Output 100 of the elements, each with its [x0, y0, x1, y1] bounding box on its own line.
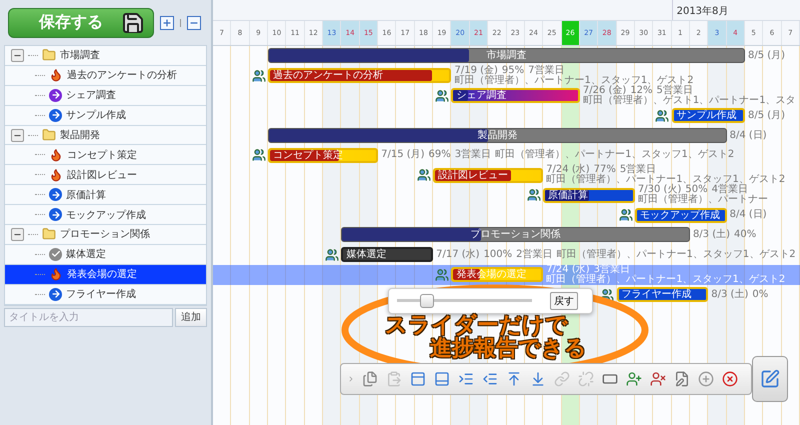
paste-icon [386, 371, 402, 387]
task-bar[interactable]: 設計図レビュー [433, 168, 544, 183]
add-user-icon [626, 371, 642, 387]
assignees: 町田（管理者）、パートナー1、スタッフ1、ゲスト2 [546, 274, 786, 285]
tree-item-label: 原価計算 [66, 188, 106, 202]
tree-row[interactable]: プロモーション関係 [5, 225, 206, 245]
add-button[interactable]: 追加 [175, 308, 207, 327]
collapse-toggle[interactable] [11, 48, 24, 62]
end-date: 8/5 (月) [748, 50, 786, 61]
assignees: 町田（管理者）、パートナー1、スタッフ1、ゲスト2 [495, 150, 734, 160]
task-bar[interactable]: 過去のアンケートの分析 [268, 68, 452, 84]
end-date: 7/30 (火) [638, 185, 682, 196]
progress-percent: 0% [752, 290, 768, 300]
unlink-icon [578, 371, 594, 387]
people-icon [435, 88, 450, 103]
tree-row[interactable]: サンプル作成 [5, 106, 206, 126]
edit-button[interactable] [752, 356, 788, 402]
insert-above-icon [410, 371, 426, 387]
minus-button[interactable] [187, 16, 201, 30]
end-date: 7/26 (金) [582, 86, 626, 96]
end-date: 7/15 (月) [381, 150, 425, 160]
remove-user-button[interactable] [649, 370, 667, 388]
summary-bar[interactable]: 市場調査 [268, 48, 745, 64]
plus-button[interactable] [160, 16, 174, 30]
tree-item-label: 製品開発 [60, 128, 100, 142]
duration: 5営業日 [620, 165, 656, 176]
progress-percent: 40% [734, 230, 756, 240]
tree-row[interactable]: 原価計算 [5, 185, 206, 206]
indent-icon [458, 371, 474, 387]
task-bar[interactable]: サンプル作成 [672, 108, 745, 124]
people-icon [416, 168, 431, 182]
add-user-button[interactable] [625, 370, 643, 388]
task-bar[interactable]: モックアップ作成 [634, 208, 727, 223]
assignees: 町田（管理者）、パートナー1、スタッフ1、ゲスト2 [546, 175, 786, 186]
duration: 4営業日 [712, 185, 748, 196]
duration: 7営業日 [528, 66, 565, 76]
collapse-toggle[interactable] [11, 128, 24, 142]
tree-row[interactable]: 発表会場の選定 [5, 264, 206, 285]
tree-item-label: 市場調査 [60, 48, 100, 62]
insert-above-button[interactable] [409, 370, 427, 388]
edit-note-icon [674, 371, 690, 387]
link-icon [554, 371, 570, 387]
tree-item-label: 発表会場の選定 [67, 268, 137, 282]
slider-thumb[interactable] [420, 294, 434, 308]
end-date: 7/24 (水) [546, 264, 590, 275]
tree-row[interactable]: 製品開発 [5, 126, 206, 146]
insert-below-icon [434, 371, 450, 387]
tree-item-label: 媒体選定 [66, 248, 106, 262]
tree-item-label: 設計図レビュー [67, 168, 137, 182]
outdent-icon [482, 371, 498, 387]
edit-note-button[interactable] [673, 370, 691, 388]
progress-percent: 69% [428, 150, 451, 160]
collapse-toggle[interactable] [11, 228, 24, 241]
move-down-icon [530, 371, 546, 387]
people-icon [325, 248, 340, 262]
edit-icon [760, 369, 780, 389]
progress-percent: 12% [630, 86, 653, 96]
task-bar[interactable]: 原価計算 [543, 188, 635, 203]
people-icon [252, 68, 266, 83]
people-icon [655, 108, 670, 123]
insert-below-button[interactable] [433, 370, 451, 388]
delete-icon [722, 371, 738, 387]
title-input-field[interactable]: タイトルを入力 [4, 308, 173, 327]
add-icon [698, 371, 714, 387]
copy-button[interactable] [361, 370, 379, 388]
assignees: 町田（管理者）、ゲスト1、パートナー1、スタ [582, 96, 796, 106]
task-bar[interactable]: 媒体選定 [341, 247, 434, 262]
end-date: 7/24 (水) [546, 165, 590, 176]
end-date: 7/19 (金) [454, 66, 498, 76]
assignees: 町田（管理者）、パートナー1、スタッフ1、ゲスト2 [556, 250, 796, 260]
duration: 5営業日 [656, 86, 693, 96]
task-bar[interactable]: シェア調査 [451, 88, 580, 104]
end-date: 8/3 (土) [692, 230, 730, 240]
task-bar[interactable]: フライヤー作成 [616, 287, 708, 302]
duration: 3営業日 [454, 150, 492, 160]
tree-item-label: プロモーション関係 [60, 228, 150, 242]
tree-item-label: モックアップ作成 [66, 208, 146, 222]
month-label: 2013年8月 [672, 0, 800, 20]
people-icon [527, 188, 542, 202]
annotation-text: スライダーだけで [385, 314, 569, 337]
tree-row[interactable]: モックアップ作成 [5, 205, 206, 226]
copy-icon [362, 371, 378, 387]
assignees: 町田（管理者）、パートナー1、スタッフ1、ゲスト2 [454, 76, 694, 86]
delete-button[interactable] [721, 370, 739, 388]
tree-row[interactable]: フライヤー作成 [5, 284, 206, 305]
chevron-icon [347, 375, 355, 383]
tree-row[interactable]: 市場調査 [5, 46, 206, 66]
tree-item-label: サンプル作成 [66, 108, 126, 122]
end-date: 7/17 (水) [436, 250, 480, 260]
end-date: 8/4 (日) [730, 210, 767, 220]
end-date: 8/4 (日) [730, 130, 767, 140]
people-icon [600, 288, 614, 302]
end-date: 8/3 (土) [711, 290, 748, 300]
tree-item-label: コンセプト策定 [67, 148, 137, 162]
people-icon [435, 268, 450, 282]
assignees: 町田（管理者）、パートナー [638, 195, 768, 206]
add-button[interactable] [697, 370, 715, 388]
remove-user-icon [650, 371, 666, 387]
reset-button[interactable]: 戻す [550, 292, 578, 310]
tree-item-label: 過去のアンケートの分析 [67, 68, 177, 82]
